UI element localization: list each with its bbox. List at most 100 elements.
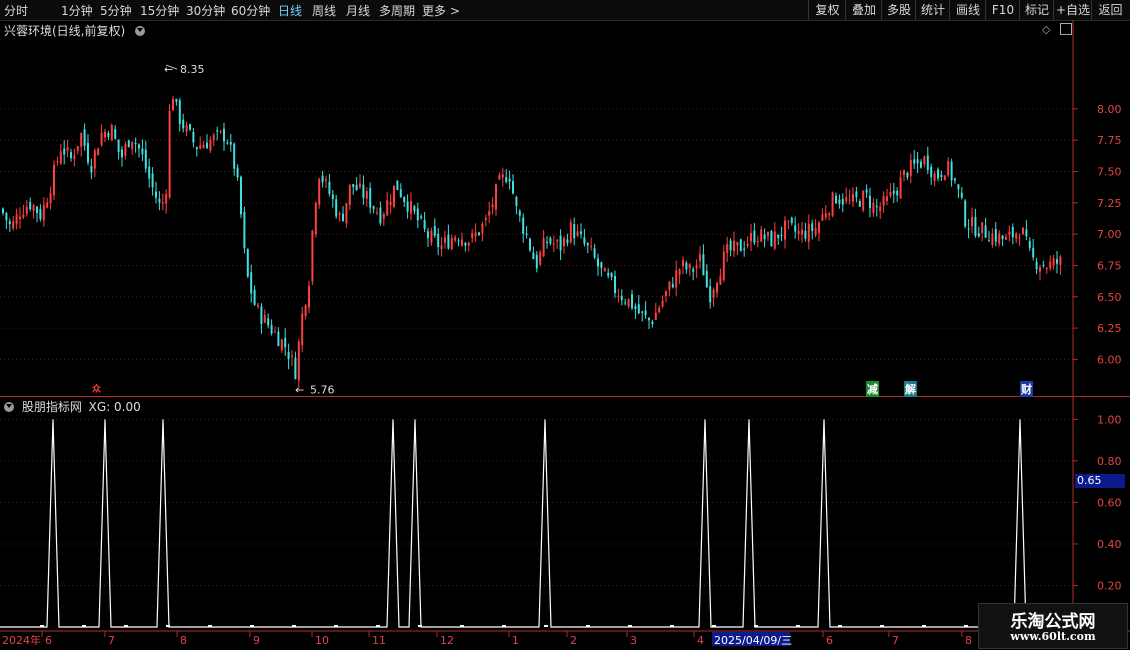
financial-report-badge[interactable]: 财 — [1020, 381, 1033, 397]
candle — [651, 319, 654, 328]
price-chart[interactable]: 6.00 6.25 6.50 6.75 7.00 7.25 7.50 7.75 8.00 8.3… — [0, 20, 1130, 397]
panel-toggle-icon[interactable] — [1060, 23, 1072, 35]
candle — [641, 310, 644, 322]
candle — [549, 236, 552, 246]
candle — [440, 236, 443, 257]
candle — [831, 191, 834, 218]
candle — [212, 132, 215, 147]
candle — [559, 229, 562, 261]
period-tab-30min[interactable]: 30分钟 — [186, 2, 225, 19]
period-tab-60min[interactable]: 60分钟 — [231, 2, 270, 19]
candle — [39, 204, 42, 222]
draw-line-button[interactable]: 画线 — [949, 0, 986, 20]
overlay-button[interactable]: 叠加 — [845, 0, 882, 20]
chevron-down-icon[interactable] — [4, 402, 14, 412]
period-tab-daily[interactable]: 日线 — [278, 2, 302, 19]
period-tab-fenshi[interactable]: 分时 — [4, 2, 28, 19]
candle — [246, 248, 249, 278]
candle — [505, 169, 508, 184]
date-tick-label: 8 — [965, 634, 972, 647]
indicator-title: 股朋指标网 XG: 0.00 — [4, 398, 141, 415]
candle — [454, 234, 457, 243]
multi-stock-button[interactable]: 多股 — [881, 0, 916, 20]
reduce-holding-badge[interactable]: 减 — [866, 381, 879, 397]
diamond-icon[interactable]: ◇ — [1042, 23, 1050, 36]
candle — [518, 208, 521, 222]
candle — [920, 159, 922, 169]
candle — [444, 230, 446, 249]
candle — [760, 225, 763, 243]
period-tab-more[interactable]: 更多 > — [422, 2, 460, 19]
period-tab-monthly[interactable]: 月线 — [346, 2, 370, 19]
candle — [15, 208, 18, 230]
back-button[interactable]: 返回 — [1091, 0, 1129, 20]
candle — [396, 180, 399, 191]
candle — [393, 185, 395, 209]
period-tab-15min[interactable]: 15分钟 — [140, 2, 179, 19]
candle — [899, 170, 902, 199]
candle — [790, 216, 793, 226]
candle — [784, 215, 786, 249]
candle — [172, 95, 174, 111]
candle — [875, 198, 878, 217]
candle — [433, 218, 436, 238]
period-tab-1min[interactable]: 1分钟 — [61, 2, 93, 19]
candle — [175, 98, 178, 106]
candle — [991, 228, 994, 248]
candle — [821, 208, 824, 222]
candle — [406, 194, 409, 219]
candle — [590, 237, 593, 251]
candle — [787, 220, 790, 230]
candle — [87, 134, 89, 166]
candle — [501, 167, 504, 187]
candle — [229, 134, 232, 152]
unlock-badge[interactable]: 解 — [904, 381, 917, 397]
candle — [739, 238, 742, 252]
candle — [484, 214, 487, 227]
candle — [552, 235, 555, 253]
candle — [960, 187, 963, 200]
indicator-chart[interactable]: 0.20 0.40 0.60 0.80 1.00 — [0, 397, 1130, 630]
candle — [260, 303, 263, 334]
stock-title-text: 兴蓉环境(日线,前复权) — [4, 24, 126, 38]
price-tick-label: 6.00 — [1097, 353, 1122, 366]
candle — [110, 123, 113, 141]
candle — [280, 338, 283, 354]
candle — [685, 260, 688, 274]
candle — [328, 173, 331, 197]
candle — [896, 187, 899, 202]
candle — [372, 205, 375, 214]
chevron-down-icon[interactable] — [135, 26, 146, 36]
period-tab-multi[interactable]: 多周期 — [379, 2, 415, 19]
f10-button[interactable]: F10 — [985, 0, 1020, 20]
candle — [498, 172, 501, 181]
baseline-dot — [544, 625, 548, 627]
indicator-value: XG: 0.00 — [88, 400, 141, 414]
adjust-price-button[interactable]: 复权 — [808, 0, 846, 20]
date-tick-label: 12 — [440, 634, 454, 647]
candle — [522, 213, 525, 243]
candle — [495, 183, 497, 216]
candle — [53, 160, 55, 200]
price-tick-label: 6.75 — [1097, 259, 1122, 272]
candle — [22, 204, 25, 220]
candle — [593, 243, 596, 260]
date-tick-label: 1 — [512, 634, 519, 647]
candle — [131, 141, 134, 155]
event-marker[interactable]: 众 — [92, 382, 101, 395]
candle — [274, 326, 276, 333]
candle — [430, 227, 433, 246]
candle — [209, 136, 212, 153]
candle — [161, 193, 164, 211]
period-tab-5min[interactable]: 5分钟 — [100, 2, 132, 19]
period-tab-weekly[interactable]: 周线 — [312, 2, 336, 19]
candle — [304, 303, 307, 320]
candle — [189, 123, 191, 132]
mark-button[interactable]: 标记 — [1019, 0, 1054, 20]
candle — [32, 203, 35, 219]
candle — [610, 272, 613, 281]
add-watchlist-button[interactable]: +自选 — [1053, 0, 1092, 20]
statistics-button[interactable]: 统计 — [915, 0, 950, 20]
candle — [729, 238, 732, 257]
indicator-name: 股朋指标网 — [21, 400, 82, 414]
